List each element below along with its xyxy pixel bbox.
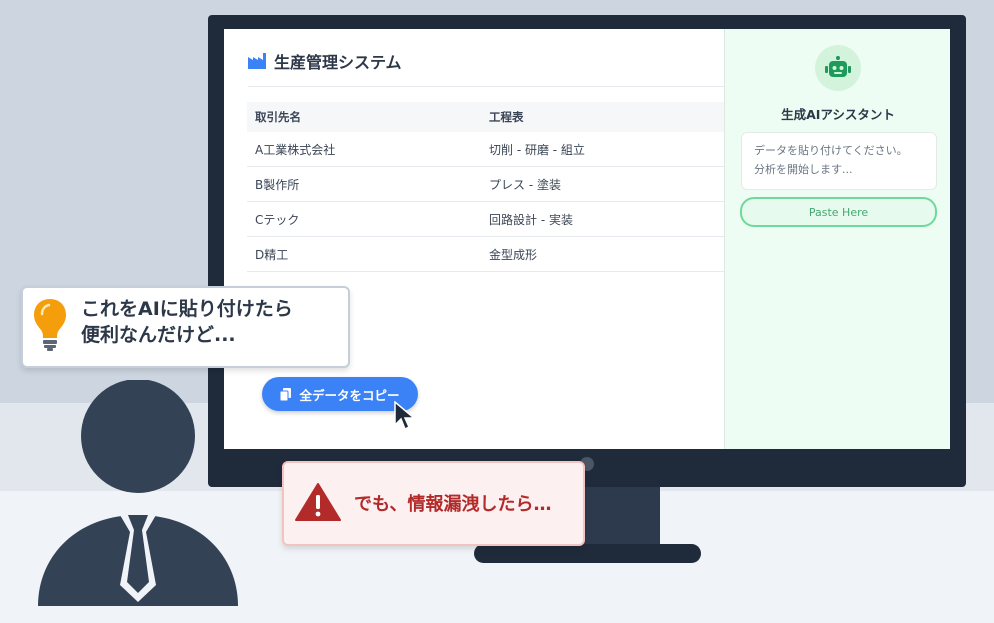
paste-here-button[interactable]: Paste Here (740, 197, 937, 227)
table-row: A工業株式会社 切削 - 研磨 - 組立 (247, 132, 725, 167)
lightbulb-icon (34, 299, 66, 351)
assistant-title: 生成AIアシスタント (781, 107, 895, 122)
warning-text: でも、情報漏洩したら… (354, 494, 552, 515)
person-icon (38, 380, 238, 606)
monitor-screen: 生産管理システム 取引先名 工程表 A工業株式会社 切削 - 研磨 - 組立 B… (224, 29, 950, 449)
table-row: Cテック 回路設計 - 実装 (247, 202, 725, 237)
title-divider (248, 86, 726, 87)
header-process: 工程表 (489, 110, 524, 124)
mouse-cursor-icon (394, 401, 416, 431)
ai-assistant-panel: 生成AIアシスタント データを貼り付けてください。 分析を開始します... Pa… (724, 29, 950, 449)
thought-text: これをAIに貼り付けたら 便利なんだけど... (81, 296, 293, 348)
table-header: 取引先名 工程表 (247, 102, 725, 132)
table-row: B製作所 プレス - 塗装 (247, 167, 725, 202)
assistant-prompt-line2: 分析を開始します... (754, 163, 853, 176)
factory-icon (248, 53, 266, 69)
cell-client: Cテック (255, 212, 300, 227)
robot-icon (825, 56, 851, 77)
thought-line2: 便利なんだけど... (81, 324, 236, 346)
assistant-prompt-box[interactable]: データを貼り付けてください。 分析を開始します... (741, 132, 937, 190)
warning-icon (295, 483, 341, 521)
monitor-base (474, 544, 701, 563)
copy-icon (280, 387, 292, 401)
assistant-prompt-line1: データを貼り付けてください。 (754, 144, 908, 157)
header-client: 取引先名 (255, 110, 301, 124)
warning-bubble: でも、情報漏洩したら… (282, 461, 585, 546)
thought-bubble: これをAIに貼り付けたら 便利なんだけど... (21, 286, 350, 368)
data-table: 取引先名 工程表 A工業株式会社 切削 - 研磨 - 組立 B製作所 プレス -… (247, 102, 725, 272)
cell-process: プレス - 塗装 (489, 177, 561, 192)
table-row: D精工 金型成形 (247, 237, 725, 272)
robot-avatar (815, 45, 861, 91)
cell-client: D精工 (255, 247, 289, 262)
app-title: 生産管理システム (248, 49, 402, 73)
cell-client: B製作所 (255, 177, 300, 192)
cell-process: 切削 - 研磨 - 組立 (489, 142, 585, 157)
app-title-text: 生産管理システム (274, 53, 402, 72)
cell-client: A工業株式会社 (255, 142, 336, 157)
cell-process: 金型成形 (489, 247, 538, 262)
thought-line1: これをAIに貼り付けたら (81, 298, 293, 320)
copy-all-button-label: 全データをコピー (299, 387, 400, 403)
cell-process: 回路設計 - 実装 (489, 212, 573, 227)
